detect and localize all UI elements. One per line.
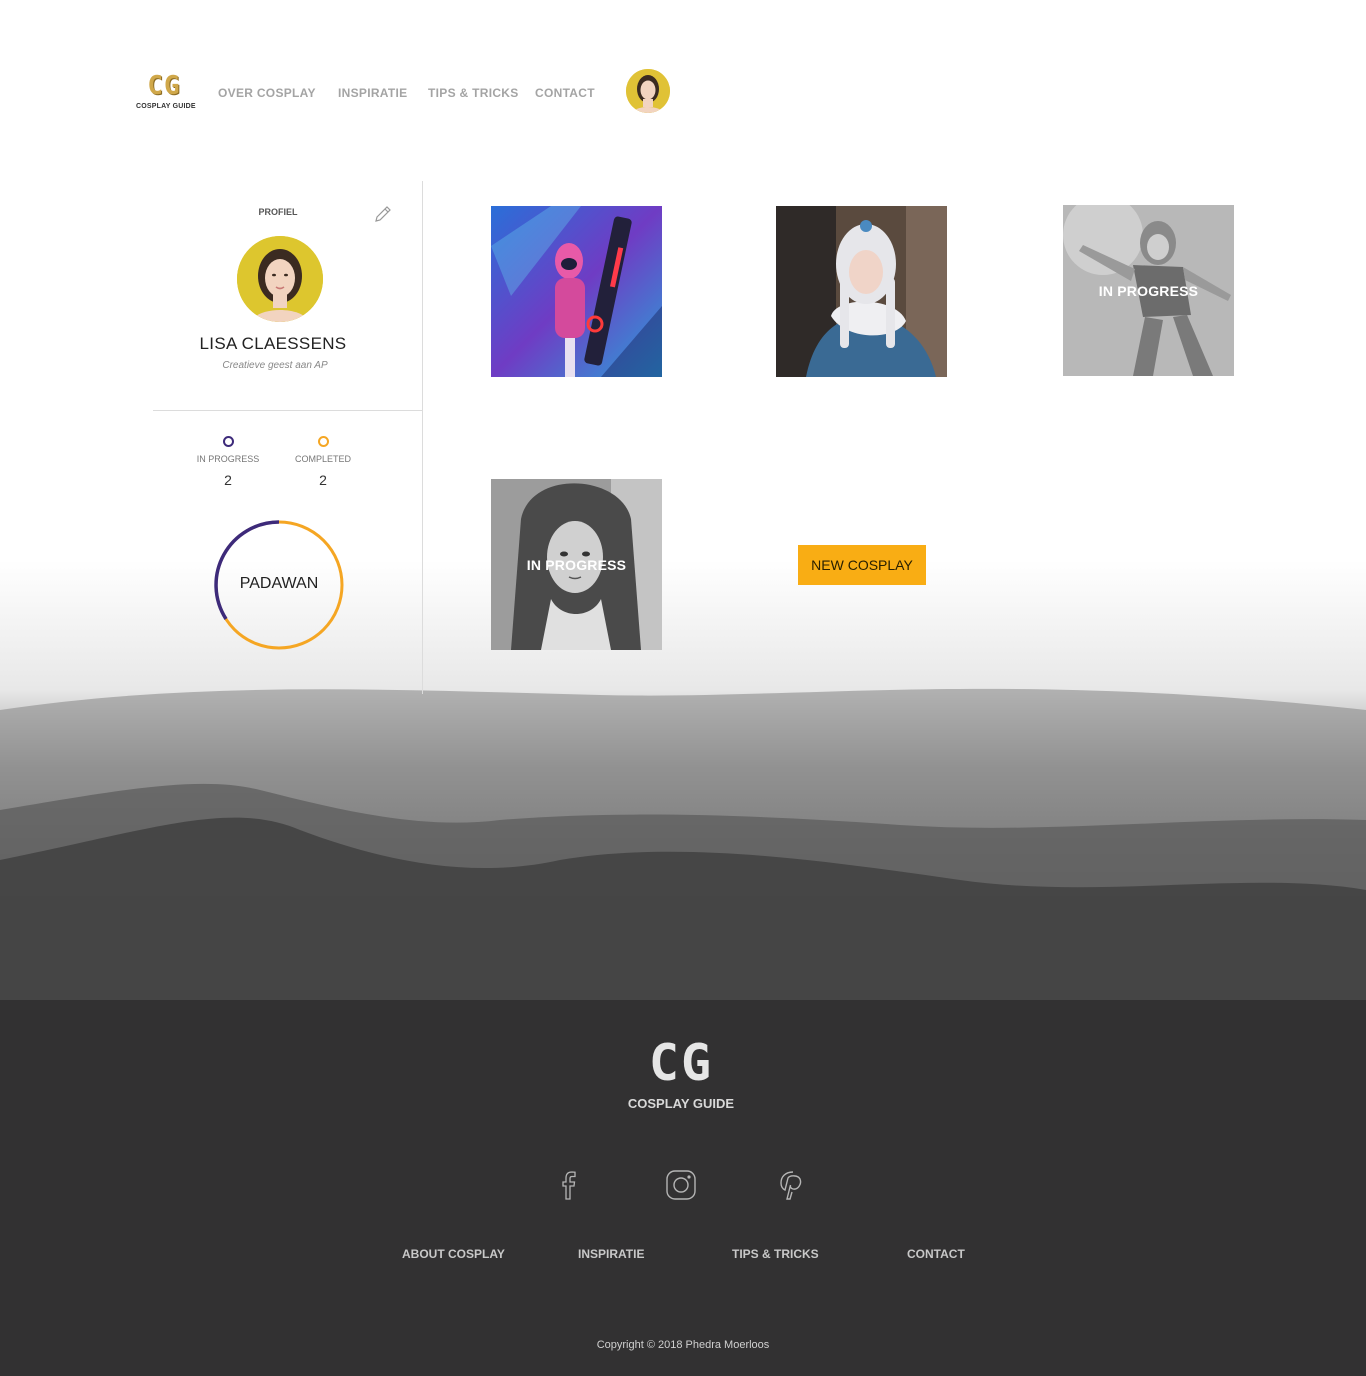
nav-inspiratie[interactable]: INSPIRATIE [338, 86, 407, 100]
profile-avatar [237, 236, 323, 322]
footer-link-about[interactable]: ABOUT COSPLAY [402, 1247, 505, 1261]
nav-contact[interactable]: CONTACT [535, 86, 595, 100]
footer-link-contact[interactable]: CONTACT [907, 1247, 965, 1261]
facebook-icon[interactable] [553, 1168, 587, 1202]
footer-logo-text: COSPLAY GUIDE [627, 1096, 735, 1111]
cosplay-tile[interactable] [491, 206, 662, 377]
logo-mark: CG [147, 71, 181, 101]
user-avatar[interactable] [626, 69, 670, 113]
pinterest-icon[interactable] [776, 1168, 810, 1202]
nav-tips-tricks[interactable]: TIPS & TRICKS [428, 86, 519, 100]
cosplay-tile[interactable]: IN PROGRESS [1063, 205, 1234, 376]
footer-logo-mark: CG [648, 1034, 714, 1092]
stat-label: IN PROGRESS [196, 454, 260, 464]
footer-link-tips[interactable]: TIPS & TRICKS [732, 1247, 819, 1261]
profile-tagline: Creatieve geest aan AP [222, 360, 328, 371]
panel-divider-vertical [422, 181, 423, 694]
header-logo[interactable]: CG COSPLAY GUIDE [136, 71, 196, 110]
panel-divider-horizontal [153, 410, 422, 411]
stat-completed: COMPLETED 2 [283, 436, 363, 488]
pencil-icon[interactable] [373, 204, 393, 224]
rank-label: PADAWAN [239, 575, 319, 592]
completed-dot-icon [317, 436, 329, 447]
cosplay-tile[interactable] [776, 206, 947, 377]
tile-status: IN PROGRESS [1098, 282, 1199, 299]
new-cosplay-button[interactable]: NEW COSPLAY [798, 545, 926, 585]
stat-value: 2 [319, 472, 327, 488]
footer-link-inspiratie[interactable]: INSPIRATIE [578, 1247, 644, 1261]
stat-label: COMPLETED [294, 454, 351, 464]
footer-logo[interactable]: CG COSPLAY GUIDE [626, 1036, 736, 1111]
in-progress-dot-icon [222, 436, 234, 447]
stat-in-progress: IN PROGRESS 2 [188, 436, 268, 488]
instagram-icon[interactable] [664, 1168, 698, 1202]
tile-status: IN PROGRESS [526, 556, 627, 573]
profile-name: LISA CLAESSENS [199, 334, 347, 353]
logo-text: COSPLAY GUIDE [136, 103, 196, 110]
nav-over-cosplay[interactable]: OVER COSPLAY [218, 86, 316, 100]
stat-value: 2 [224, 472, 232, 488]
copyright: Copyright © 2018 Phedra Moerloos [596, 1339, 770, 1351]
profile-section-label: PROFIEL [258, 207, 298, 217]
cosplay-tile[interactable]: IN PROGRESS [491, 479, 662, 650]
